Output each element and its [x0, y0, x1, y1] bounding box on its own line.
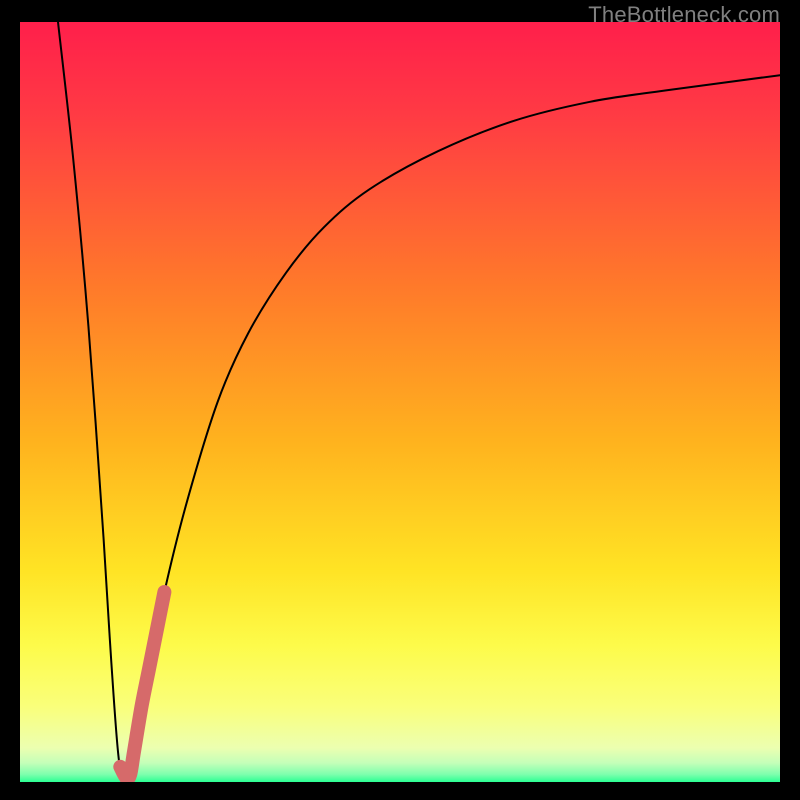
gradient-background: [20, 22, 780, 782]
chart-svg: [20, 22, 780, 782]
chart-frame: TheBottleneck.com: [0, 0, 800, 800]
plot-area: [20, 22, 780, 782]
